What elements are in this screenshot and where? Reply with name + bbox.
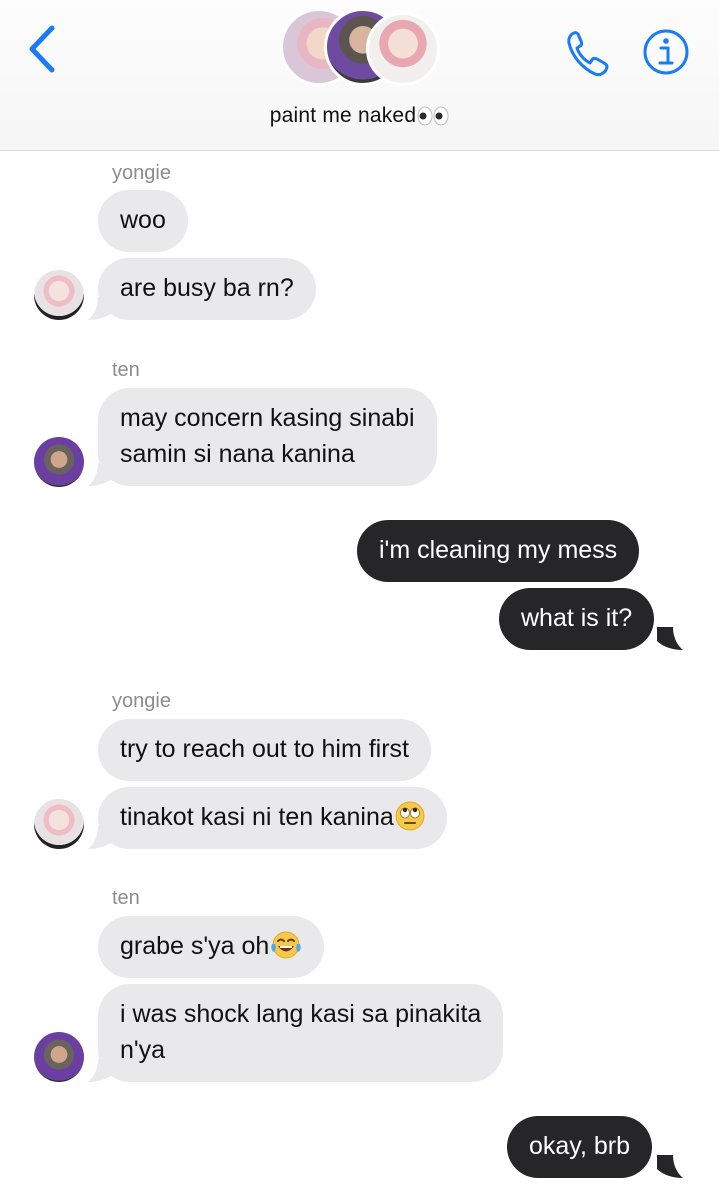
message-line: may concern kasing sinabi bbox=[120, 404, 415, 432]
message-bubble[interactable]: i was shock lang kasi sa pinakita n'ya bbox=[98, 984, 504, 1082]
tears-of-joy-emoji bbox=[271, 931, 301, 959]
message-line: samin si nana kanina bbox=[120, 440, 355, 468]
eyes-emoji bbox=[417, 106, 449, 126]
message-bubble[interactable]: woo bbox=[98, 190, 188, 252]
message-bubble[interactable]: are busy ba rn? bbox=[98, 258, 316, 320]
bubble-tail bbox=[657, 627, 683, 650]
message-line: i was shock lang kasi sa pinakita bbox=[120, 1000, 482, 1028]
message-bubble[interactable]: okay, brb bbox=[507, 1116, 652, 1178]
avatar[interactable] bbox=[34, 437, 84, 487]
message-text: tinakot kasi ni ten kanina bbox=[120, 803, 394, 831]
group-name: paint me naked bbox=[269, 104, 417, 127]
avatar[interactable] bbox=[34, 270, 84, 320]
sender-name: ten bbox=[112, 887, 140, 909]
avatar[interactable] bbox=[34, 799, 84, 849]
sender-name: yongie bbox=[112, 690, 171, 712]
sender-name: yongie bbox=[112, 162, 171, 184]
message-line: n'ya bbox=[120, 1036, 166, 1064]
conversation-header: paint me naked bbox=[0, 0, 719, 151]
message-bubble[interactable]: i'm cleaning my mess bbox=[357, 520, 640, 582]
message-bubble[interactable]: try to reach out to him first bbox=[98, 719, 431, 781]
avatar bbox=[366, 12, 440, 86]
eye-roll-emoji bbox=[395, 801, 425, 831]
group-avatar-stack[interactable] bbox=[280, 8, 450, 90]
message-bubble[interactable]: what is it? bbox=[499, 588, 655, 650]
message-bubble[interactable]: grabe s'ya oh bbox=[98, 916, 325, 978]
phone-icon[interactable] bbox=[565, 28, 611, 78]
sender-name: ten bbox=[112, 359, 140, 381]
message-text: grabe s'ya oh bbox=[120, 932, 270, 960]
chevron-left-icon[interactable] bbox=[22, 24, 62, 74]
bubble-tail bbox=[657, 1155, 683, 1178]
message-bubble[interactable]: may concern kasing sinabi samin si nana … bbox=[98, 388, 437, 486]
info-icon[interactable] bbox=[642, 28, 690, 76]
message-bubble[interactable]: tinakot kasi ni ten kanina bbox=[98, 787, 447, 849]
group-title[interactable]: paint me naked bbox=[0, 104, 719, 128]
avatar[interactable] bbox=[34, 1032, 84, 1082]
